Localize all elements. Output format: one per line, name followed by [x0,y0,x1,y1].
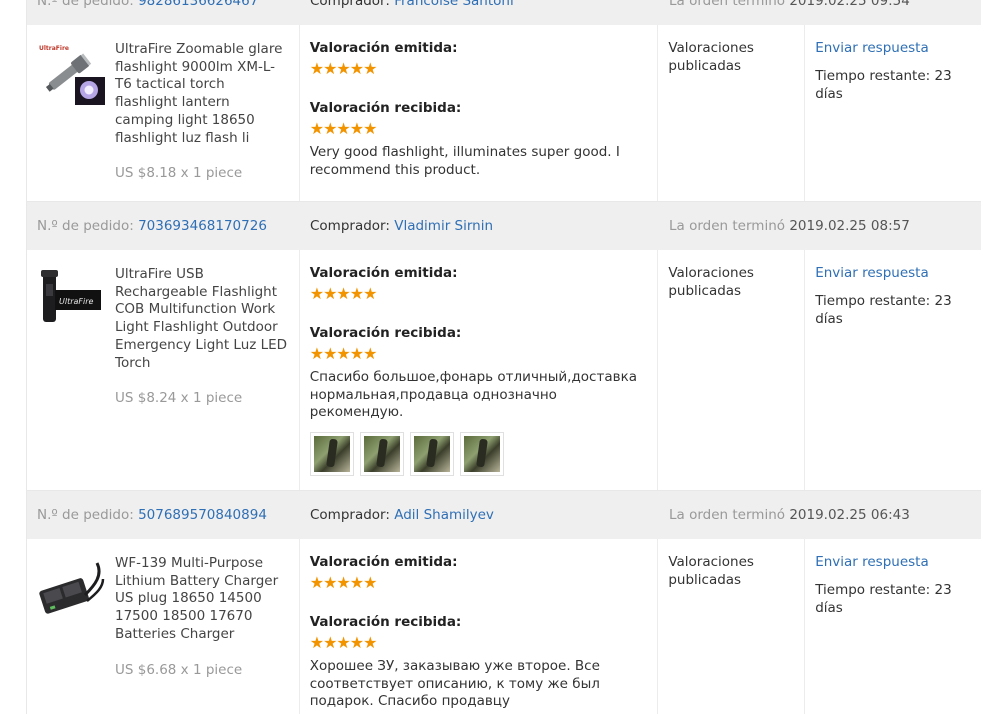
time-remaining: Tiempo restante: 23 días [815,293,952,327]
order-body: WF-139 Multi-Purpose Lithium Battery Cha… [27,539,981,714]
star-rating-received: ★★★★★ [309,344,378,363]
feedback-text: Спасибо большое,фонарь отличный,доставка… [309,369,638,421]
feedback-cell: Valoración emitida: ★★★★★ Valoración rec… [300,250,659,490]
feedback-text: Very good flashlight, illuminates super … [309,144,620,178]
order-block: N.º de pedido: 98286136626467 Comprador:… [27,0,981,201]
star-rating-given: ★★★★★ [309,284,378,303]
time-remaining: Tiempo restante: 23 días [815,68,952,102]
order-finished-cell: La orden terminó 2019.02.25 08:57 [669,218,910,234]
order-header: N.º de pedido: 98286136626467 Comprador:… [27,0,981,25]
product-cell: UltraFire UltraFire Zoomable glare flash… [27,25,300,201]
product-title[interactable]: UltraFire USB Rechargeable Flashlight CO… [115,266,289,372]
action-cell: Enviar respuesta Tiempo restante: 23 día… [805,539,981,714]
send-reply-link[interactable]: Enviar respuesta [815,554,929,570]
star-rating-given: ★★★★★ [309,59,378,78]
buyer-link[interactable]: Vladimir Sirnin [394,218,493,234]
product-cell: UltraFire UltraFire USB Rechargeable Fla… [27,250,300,490]
buyer-cell: Comprador: Adil Shamilyev [310,507,669,523]
star-rating-received: ★★★★★ [309,119,378,138]
action-cell: Enviar respuesta Tiempo restante: 23 día… [805,25,981,201]
flashlight-cob-icon: UltraFire [37,266,105,334]
feedback-photo[interactable] [459,431,504,476]
product-thumbnail[interactable] [37,555,105,623]
product-cell: WF-139 Multi-Purpose Lithium Battery Cha… [27,539,300,714]
product-info: WF-139 Multi-Purpose Lithium Battery Cha… [115,555,289,714]
order-block: N.º de pedido: 507689570840894 Comprador… [27,490,981,714]
time-remaining: Tiempo restante: 23 días [815,582,952,616]
product-thumbnail[interactable]: UltraFire [37,266,105,334]
feedback-given-label: Valoración emitida: [309,265,458,281]
order-finished-label: La orden terminó [669,507,786,523]
feedback-text: Хорошее ЗУ, заказываю уже второе. Все со… [309,658,600,710]
order-number-cell: N.º de pedido: 98286136626467 [37,0,310,9]
feedback-photo[interactable] [409,431,454,476]
order-number-link[interactable]: 507689570840894 [138,507,267,523]
send-reply-link[interactable]: Enviar respuesta [815,40,929,56]
order-number-link[interactable]: 98286136626467 [138,0,258,9]
feedback-cell: Valoración emitida: ★★★★★ Valoración rec… [300,539,659,714]
feedback-status: Valoraciones publicadas [668,265,754,299]
buyer-label: Comprador: [310,218,390,234]
status-cell: Valoraciones publicadas [658,250,806,490]
order-body: UltraFire UltraFire Zoomable glare flash… [27,25,981,201]
feedback-status: Valoraciones publicadas [668,40,754,74]
feedback-received-label: Valoración recibida: [309,100,462,116]
status-cell: Valoraciones publicadas [658,539,806,714]
battery-charger-icon [37,555,105,623]
feedback-photos [309,431,648,476]
product-price: US $8.24 x 1 piece [115,390,243,407]
status-cell: Valoraciones publicadas [658,25,806,201]
order-number-label: N.º de pedido: [37,0,134,9]
order-block: N.º de pedido: 703693468170726 Comprador… [27,201,981,490]
order-header: N.º de pedido: 703693468170726 Comprador… [27,202,981,250]
product-title[interactable]: UltraFire Zoomable glare flashlight 9000… [115,41,289,147]
star-rating-received: ★★★★★ [309,633,378,652]
order-finished-cell: La orden terminó 2019.02.25 09:54 [669,0,910,9]
order-finished-cell: La orden terminó 2019.02.25 06:43 [669,507,910,523]
buyer-link[interactable]: Francoise Santoni [394,0,513,9]
star-rating-given: ★★★★★ [309,573,378,592]
order-finished-label: La orden terminó [669,0,786,9]
thumbnail-logo-text: UltraFire [39,45,69,52]
order-finished-date: 2019.02.25 08:57 [789,218,910,234]
feedback-given-label: Valoración emitida: [309,554,458,570]
order-body: UltraFire UltraFire USB Rechargeable Fla… [27,250,981,490]
order-finished-label: La orden terminó [669,218,786,234]
order-number-cell: N.º de pedido: 507689570840894 [37,507,310,523]
send-reply-link[interactable]: Enviar respuesta [815,265,929,281]
order-finished-date: 2019.02.25 09:54 [789,0,910,9]
order-list: N.º de pedido: 98286136626467 Comprador:… [26,0,981,714]
buyer-cell: Comprador: Francoise Santoni [310,0,669,9]
order-number-label: N.º de pedido: [37,507,134,523]
flashlight-zoom-icon: UltraFire [37,41,105,109]
feedback-photo[interactable] [309,431,354,476]
order-number-label: N.º de pedido: [37,218,134,234]
feedback-photo[interactable] [359,431,404,476]
feedback-received-label: Valoración recibida: [309,614,462,630]
product-price: US $6.68 x 1 piece [115,661,243,678]
action-cell: Enviar respuesta Tiempo restante: 23 día… [805,250,981,490]
product-title[interactable]: WF-139 Multi-Purpose Lithium Battery Cha… [115,555,289,644]
feedback-page: N.º de pedido: 98286136626467 Comprador:… [0,0,1000,714]
order-number-cell: N.º de pedido: 703693468170726 [37,218,310,234]
order-header: N.º de pedido: 507689570840894 Comprador… [27,491,981,539]
buyer-cell: Comprador: Vladimir Sirnin [310,218,669,234]
feedback-status: Valoraciones publicadas [668,554,754,588]
thumbnail-logo-text: UltraFire [59,297,94,306]
buyer-label: Comprador: [310,507,390,523]
product-info: UltraFire USB Rechargeable Flashlight CO… [115,266,289,478]
feedback-received-label: Valoración recibida: [309,325,462,341]
feedback-given-label: Valoración emitida: [309,40,458,56]
product-thumbnail[interactable]: UltraFire [37,41,105,109]
order-finished-date: 2019.02.25 06:43 [789,507,910,523]
product-info: UltraFire Zoomable glare flashlight 9000… [115,41,289,189]
buyer-link[interactable]: Adil Shamilyev [394,507,494,523]
feedback-cell: Valoración emitida: ★★★★★ Valoración rec… [300,25,659,201]
buyer-label: Comprador: [310,0,390,9]
product-price: US $8.18 x 1 piece [115,165,243,182]
order-number-link[interactable]: 703693468170726 [138,218,267,234]
